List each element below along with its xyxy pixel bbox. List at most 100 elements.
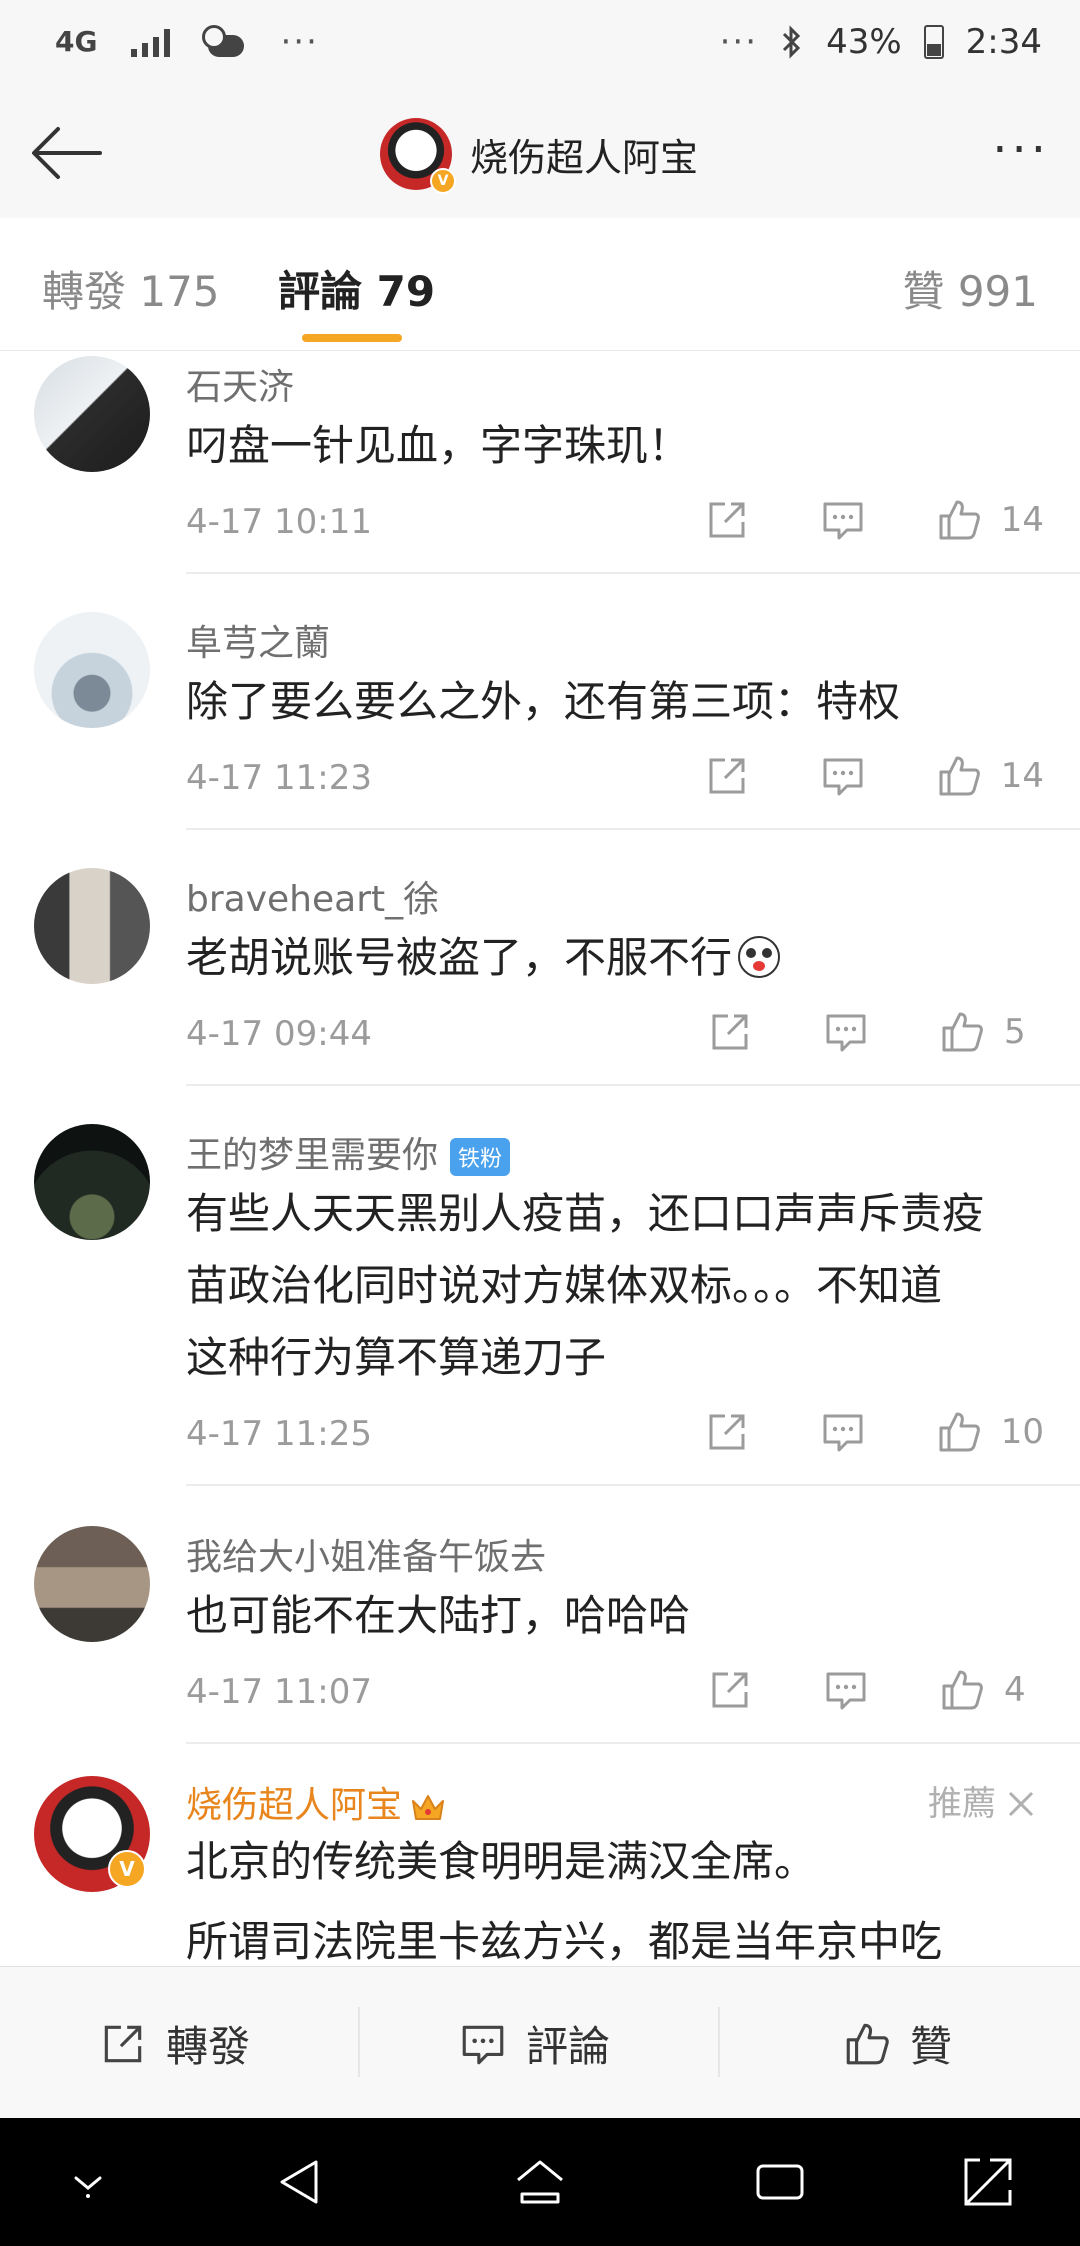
- avatar[interactable]: [34, 1124, 150, 1240]
- tab-bar: 轉發 175 評論 79 贊 991: [0, 218, 1080, 351]
- comment-icon[interactable]: [819, 752, 867, 800]
- like-icon[interactable]: [935, 752, 983, 800]
- comment-time: 4-17 09:44: [186, 1014, 372, 1054]
- share-icon[interactable]: [703, 1408, 751, 1456]
- comment-time: 4-17 10:11: [186, 502, 372, 542]
- like-count: 4: [1004, 1670, 1026, 1710]
- nav-back-icon[interactable]: [272, 2154, 328, 2210]
- share-icon: [104, 2025, 142, 2062]
- share-icon[interactable]: [703, 496, 751, 544]
- like-button[interactable]: 贊: [842, 2013, 952, 2074]
- like-icon: [846, 2023, 889, 2064]
- verified-icon: V: [108, 1850, 146, 1888]
- comment-username[interactable]: 王的梦里需要你 铁粉: [186, 1126, 511, 1178]
- comment-username-text: 烧伤超人阿宝: [186, 1785, 403, 1826]
- weather-icon: [202, 25, 246, 59]
- comment-text-line: 苗政治化同时说对方媒体双标。。。不知道: [186, 1261, 943, 1310]
- status-bar: 4G ··· ··· 43% 2:34: [0, 0, 1080, 90]
- divider: [358, 2007, 360, 2077]
- tab-likes[interactable]: 贊 991: [902, 258, 1038, 319]
- nav-recent-icon[interactable]: [752, 2154, 808, 2210]
- comment-text: 老胡说账号被盗了，不服不行: [186, 922, 1046, 994]
- comment-username[interactable]: 阜芎之蘭: [186, 614, 330, 666]
- comment-actions: 14: [703, 752, 1044, 800]
- crown-icon: [412, 1795, 445, 1820]
- comment-username[interactable]: 石天济: [186, 358, 294, 410]
- like-label: 贊: [910, 2022, 953, 2071]
- like-icon[interactable]: [938, 1666, 986, 1714]
- comment-time: 4-17 11:23: [186, 758, 372, 798]
- comment-button[interactable]: 評論: [458, 2013, 610, 2074]
- comment-text: 北京的传统美食明明是满汉全席。: [186, 1837, 817, 1886]
- avatar[interactable]: V: [34, 1776, 150, 1892]
- avatar[interactable]: [34, 356, 150, 472]
- like-icon[interactable]: [938, 1008, 986, 1056]
- like-count: 14: [1000, 500, 1044, 540]
- panda-emoji-icon: [738, 936, 781, 978]
- back-arrow-icon[interactable]: [28, 120, 106, 186]
- divider: [186, 1484, 1080, 1486]
- recommended-text: 推薦: [928, 1784, 996, 1824]
- tab-comments[interactable]: 評論 79: [278, 258, 435, 319]
- comment-actions: 10: [703, 1408, 1044, 1456]
- comment-username-text: 王的梦里需要你: [186, 1135, 439, 1176]
- share-icon[interactable]: [706, 1666, 754, 1714]
- comment-text: 叼盘一针见血，字字珠玑！: [186, 421, 691, 470]
- repost-label: 轉發: [166, 2022, 251, 2071]
- avatar[interactable]: V: [380, 118, 456, 194]
- repost-button[interactable]: 轉發: [98, 2013, 250, 2074]
- comment-text: 也可能不在大陆打，哈哈哈: [186, 1591, 691, 1640]
- like-count: 14: [1000, 756, 1044, 796]
- like-count: 5: [1004, 1012, 1026, 1052]
- nav-home-icon[interactable]: [512, 2154, 568, 2210]
- battery-percent: 43%: [826, 22, 902, 62]
- comment-icon: [462, 2025, 504, 2064]
- comment-text-content: 老胡说账号被盗了，不服不行: [186, 933, 733, 982]
- fan-badge: 铁粉: [450, 1138, 511, 1176]
- divider: [186, 572, 1080, 574]
- comment-username[interactable]: braveheart_徐: [186, 870, 439, 922]
- nav-expand-icon[interactable]: [960, 2154, 1016, 2210]
- active-tab-indicator: [302, 334, 402, 342]
- divider: [718, 2007, 720, 2077]
- comment-icon[interactable]: [822, 1666, 870, 1714]
- divider: [186, 1742, 1080, 1744]
- comment-username[interactable]: 我给大小姐准备午饭去: [186, 1528, 546, 1580]
- comment-icon[interactable]: [822, 1008, 870, 1056]
- divider: [186, 1084, 1080, 1086]
- post-author[interactable]: V 烧伤超人阿宝: [380, 118, 699, 194]
- recommended-label: 推薦: [928, 1776, 1036, 1825]
- comment-actions: 4: [706, 1666, 1044, 1714]
- comment-time: 4-17 11:25: [186, 1414, 372, 1454]
- like-count: 10: [1000, 1412, 1044, 1452]
- avatar[interactable]: [34, 612, 150, 728]
- comment-text-line: 有些人天天黑别人疫苗，还口口声声斥责疫: [186, 1189, 985, 1238]
- avatar[interactable]: [34, 868, 150, 984]
- close-icon[interactable]: [1006, 1789, 1036, 1819]
- comment-icon[interactable]: [819, 496, 867, 544]
- comment-username[interactable]: 烧伤超人阿宝: [186, 1776, 446, 1828]
- clock: 2:34: [965, 22, 1042, 62]
- more-icon[interactable]: ···: [992, 126, 1050, 174]
- comment-actions: 5: [706, 1008, 1044, 1056]
- bluetooth-icon: [783, 25, 801, 59]
- like-icon[interactable]: [935, 496, 983, 544]
- tab-repost[interactable]: 轉發 175: [42, 258, 220, 319]
- share-icon[interactable]: [706, 1008, 754, 1056]
- divider: [186, 828, 1080, 830]
- like-icon[interactable]: [935, 1408, 983, 1456]
- signal-icon: [131, 27, 171, 57]
- comment-label: 評論: [526, 2022, 611, 2071]
- status-overflow: ···: [719, 22, 759, 62]
- notification-overflow: ···: [280, 22, 319, 62]
- comment-text-line: 这种行为算不算递刀子: [186, 1333, 607, 1382]
- bottom-action-bar: 轉發 評論 贊: [0, 1966, 1080, 2119]
- comment-icon[interactable]: [819, 1408, 867, 1456]
- nav-down-icon[interactable]: [60, 2154, 116, 2210]
- top-navigation: V 烧伤超人阿宝 ···: [0, 90, 1080, 219]
- avatar[interactable]: [34, 1526, 150, 1642]
- comment-text: 有些人天天黑别人疫苗，还口口声声斥责疫 苗政治化同时说对方媒体双标。。。不知道 …: [186, 1178, 1046, 1394]
- battery-icon: [923, 25, 944, 59]
- share-icon[interactable]: [703, 752, 751, 800]
- page-title: 烧伤超人阿宝: [470, 135, 699, 180]
